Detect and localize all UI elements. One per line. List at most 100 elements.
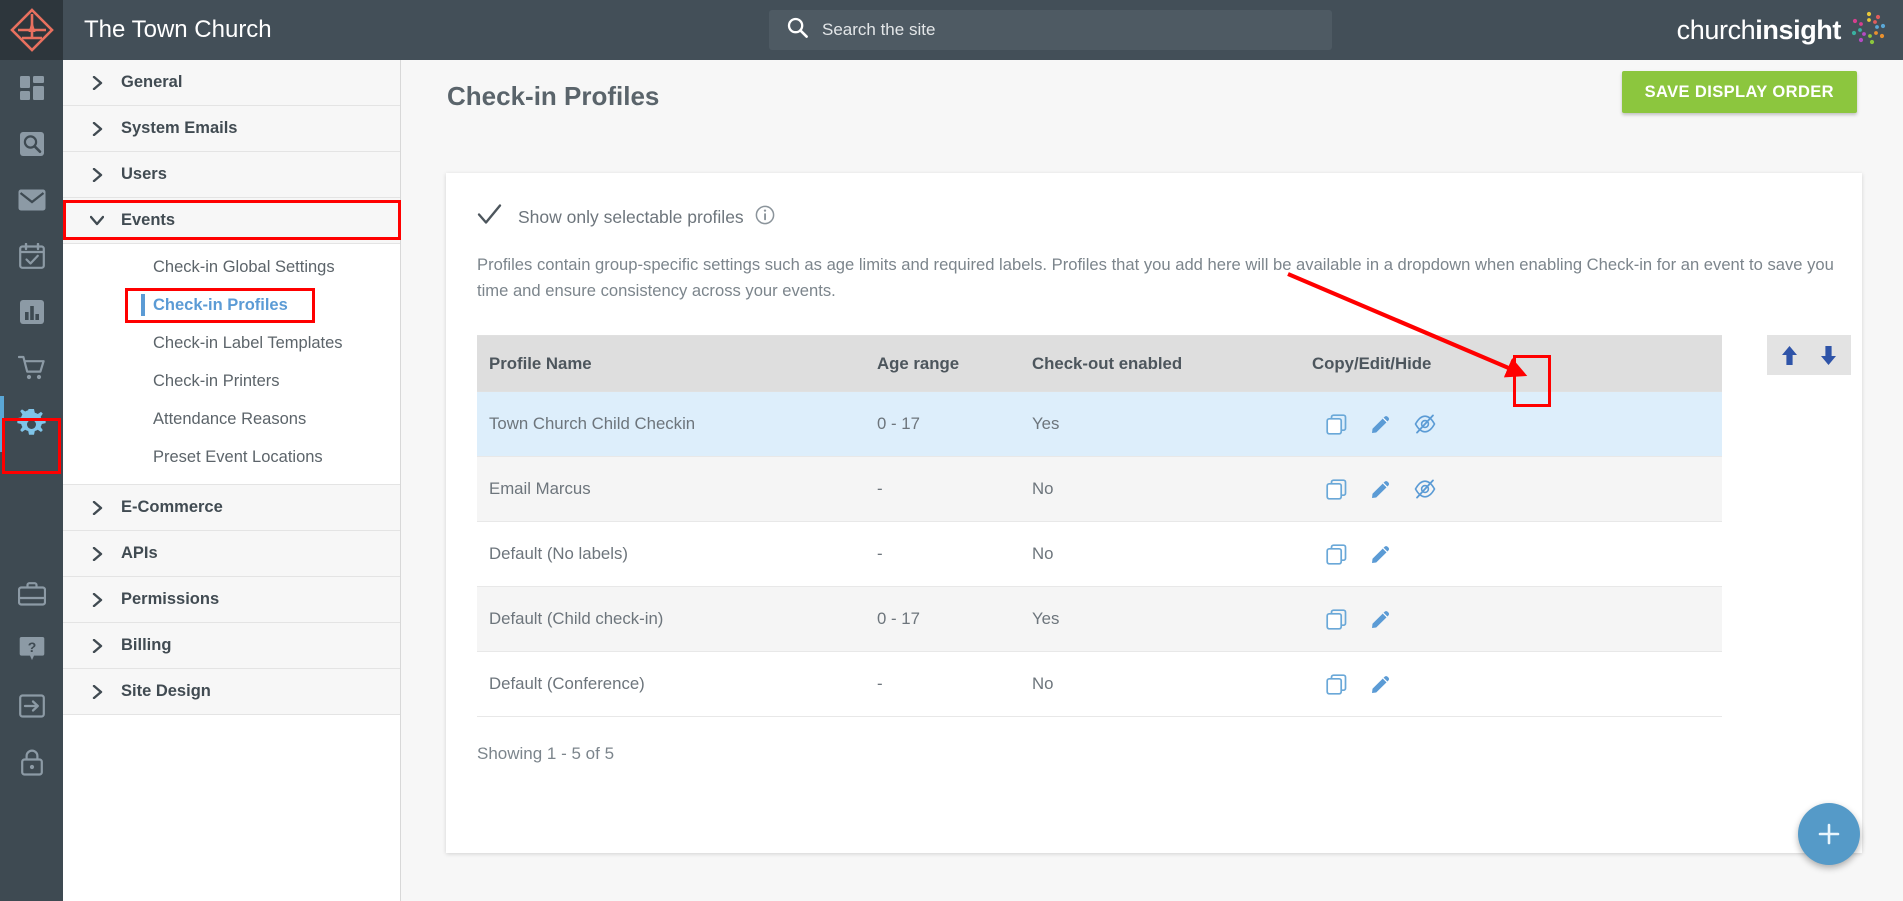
nav-sub-label: Check-in Profiles	[153, 295, 288, 314]
search-input[interactable]	[822, 20, 1302, 40]
column-header-age-range[interactable]: Age range	[877, 335, 1032, 393]
sidebar-item-security[interactable]	[0, 734, 63, 790]
events-subnav: Check-in Global Settings Check-in Profile…	[63, 244, 400, 485]
move-up-button[interactable]	[1781, 345, 1798, 366]
nav-group-e-commerce[interactable]: E-Commerce	[63, 485, 400, 531]
nav-groups-top: General System Emails Users Events	[63, 60, 400, 244]
help-icon: ?	[19, 636, 45, 664]
hide-eye-icon[interactable]	[1414, 414, 1436, 434]
edit-pencil-icon[interactable]	[1370, 544, 1391, 565]
sidebar-item-check-in-printers[interactable]: Check-in Printers	[63, 362, 400, 400]
edit-pencil-icon[interactable]	[1370, 609, 1391, 630]
copy-icon[interactable]	[1326, 479, 1347, 500]
sidebar-item-help[interactable]: ?	[0, 622, 63, 678]
cell-actions	[1312, 521, 1722, 588]
gear-icon	[16, 408, 47, 440]
copy-icon[interactable]	[1326, 544, 1347, 565]
nav-group-users[interactable]: Users	[63, 152, 400, 198]
cell-actions	[1312, 391, 1722, 458]
sidebar-item-mail[interactable]	[0, 172, 63, 228]
cell-age: -	[877, 456, 1032, 523]
cell-age: 0 - 17	[877, 391, 1032, 458]
check-icon	[477, 202, 502, 232]
nav-group-label: Site Design	[121, 682, 211, 700]
plus-icon	[1818, 823, 1840, 845]
copy-icon[interactable]	[1326, 414, 1347, 435]
move-down-button[interactable]	[1820, 345, 1837, 366]
brand-logo: churchinsight	[1677, 8, 1889, 53]
main-content: Check-in Profiles SAVE DISPLAY ORDER Sho…	[401, 60, 1903, 901]
table-row[interactable]: Default (Child check-in) 0 - 17 Yes	[477, 586, 1722, 653]
cell-age: 0 - 17	[877, 586, 1032, 653]
profiles-card: Show only selectable profiles Profiles c…	[446, 173, 1862, 853]
app-logo[interactable]	[0, 0, 63, 60]
info-icon[interactable]	[755, 205, 775, 230]
nav-group-system-emails[interactable]: System Emails	[63, 106, 400, 152]
save-display-order-button[interactable]: SAVE DISPLAY ORDER	[1621, 71, 1857, 113]
top-bar: The Town Church churchinsight	[63, 0, 1903, 60]
sidebar-item-check-in-label-templates[interactable]: Check-in Label Templates	[63, 324, 400, 362]
cell-checkout: No	[1032, 456, 1312, 523]
dashboard-icon	[19, 75, 45, 101]
table-header-row: Profile Name Age range Check-out enabled…	[477, 335, 1722, 393]
profiles-table: Profile Name Age range Check-out enabled…	[477, 335, 1722, 718]
nav-group-site-design[interactable]: Site Design	[63, 669, 400, 715]
nav-group-events[interactable]: Events	[63, 198, 400, 244]
edit-pencil-icon[interactable]	[1370, 479, 1391, 500]
sidebar-item-check-in-global-settings[interactable]: Check-in Global Settings	[63, 248, 400, 286]
sidebar-item-search[interactable]	[0, 116, 63, 172]
cell-checkout: No	[1032, 521, 1312, 588]
cell-checkout: Yes	[1032, 391, 1312, 458]
action-icon-group	[1312, 414, 1722, 435]
sidebar-item-reports[interactable]	[0, 284, 63, 340]
svg-text:?: ?	[27, 639, 36, 655]
sidebar-item-attendance-reasons[interactable]: Attendance Reasons	[63, 400, 400, 438]
cell-actions	[1312, 651, 1722, 718]
nav-group-billing[interactable]: Billing	[63, 623, 400, 669]
nav-group-apis[interactable]: APIs	[63, 531, 400, 577]
sidebar-item-dashboard[interactable]	[0, 60, 63, 116]
column-header-checkout[interactable]: Check-out enabled	[1032, 335, 1312, 393]
sidebar-item-signin[interactable]	[0, 678, 63, 734]
table-row[interactable]: Default (Conference) - No	[477, 651, 1722, 718]
cell-actions	[1312, 456, 1722, 523]
sidebar-item-settings[interactable]	[0, 396, 63, 452]
sidebar-item-check-in-profiles[interactable]: Check-in Profiles	[63, 286, 400, 324]
search-bar[interactable]	[769, 10, 1332, 50]
chevron-right-icon	[88, 684, 106, 699]
sidebar-item-admin[interactable]	[0, 566, 63, 622]
table-row[interactable]: Town Church Child Checkin 0 - 17 Yes	[477, 391, 1722, 458]
chevron-right-icon	[88, 546, 106, 561]
bar-chart-icon	[19, 299, 45, 325]
cell-name: Default (Child check-in)	[477, 586, 877, 653]
sidebar-item-shop[interactable]	[0, 340, 63, 396]
site-title: The Town Church	[84, 16, 272, 43]
lock-icon	[20, 749, 44, 776]
sidebar-item-calendar[interactable]	[0, 228, 63, 284]
show-selectable-toggle[interactable]: Show only selectable profiles	[477, 202, 1862, 232]
nav-group-label: Billing	[121, 636, 172, 654]
login-icon	[18, 693, 45, 719]
hide-eye-icon[interactable]	[1414, 479, 1436, 499]
chevron-down-icon	[88, 214, 106, 227]
settings-nav-panel: General System Emails Users Events Check-in…	[63, 60, 401, 901]
nav-group-general[interactable]: General	[63, 60, 400, 106]
show-selectable-label: Show only selectable profiles	[518, 206, 744, 227]
briefcase-icon	[17, 581, 46, 607]
table-row[interactable]: Default (No labels) - No	[477, 521, 1722, 588]
nav-group-label: Users	[121, 165, 167, 183]
column-header-profile-name[interactable]: Profile Name	[477, 335, 877, 393]
table-row[interactable]: Email Marcus - No	[477, 456, 1722, 523]
add-profile-fab[interactable]	[1798, 803, 1860, 865]
cell-actions	[1312, 586, 1722, 653]
action-icon-group	[1312, 479, 1722, 500]
nav-sub-label: Attendance Reasons	[153, 409, 307, 428]
column-header-actions: Copy/Edit/Hide	[1312, 335, 1722, 393]
action-icon-group	[1312, 674, 1722, 695]
copy-icon[interactable]	[1326, 674, 1347, 695]
nav-group-permissions[interactable]: Permissions	[63, 577, 400, 623]
edit-pencil-icon[interactable]	[1370, 674, 1391, 695]
sidebar-item-preset-event-locations[interactable]: Preset Event Locations	[63, 438, 400, 476]
edit-pencil-icon[interactable]	[1370, 414, 1391, 435]
copy-icon[interactable]	[1326, 609, 1347, 630]
